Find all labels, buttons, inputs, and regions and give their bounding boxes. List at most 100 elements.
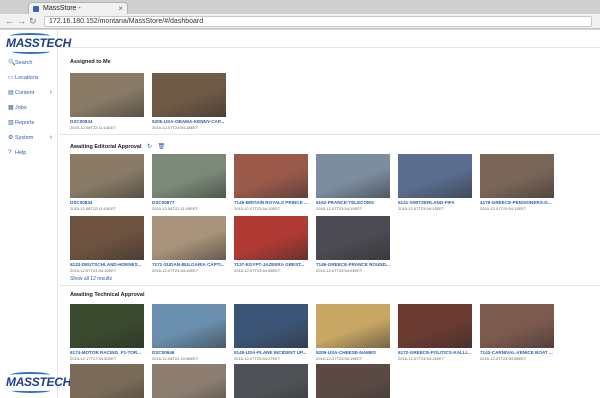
logo-swoosh [12, 49, 50, 54]
media-thumbnail[interactable] [234, 154, 308, 198]
media-title[interactable]: 5133-DEUTSCHLAND-HOENES... [70, 262, 144, 267]
sidebar-item-label: Jobs [15, 105, 27, 111]
media-thumbnail[interactable] [234, 304, 308, 348]
media-card[interactable]: 7146-GREECE-FRANCE ROUND... 2015-12-07T23… [316, 216, 390, 273]
sidebar-item-locations[interactable]: ▭Locations [8, 72, 54, 84]
media-title[interactable]: 6174-MOTOR RACING_F1-TOR... [70, 350, 144, 355]
logo-swoosh [12, 388, 50, 393]
media-title[interactable]: 5152-FRANCE-TELECOMS [316, 200, 390, 205]
media-thumbnail[interactable] [316, 364, 390, 398]
sidebar-item-content[interactable]: ▤Content › [8, 87, 54, 99]
divider [59, 47, 600, 48]
media-card[interactable]: DSC00834 2015-12-08T22:11:01EET [70, 73, 144, 130]
media-date: 2015-12-07T23:54:18EET [152, 125, 199, 130]
media-thumbnail[interactable] [70, 364, 144, 398]
media-title[interactable]: 7137-EGYPT-JAZEERA GREST... [234, 262, 308, 267]
media-date: 2015-12-07T23:54:04EET [316, 268, 363, 273]
media-card[interactable]: 5209-USA-CHEESE-NAMES 2015-12-07T23:54:19… [316, 304, 390, 361]
section-title-assigned: Assigned to Me [70, 59, 111, 65]
media-thumbnail[interactable] [70, 154, 144, 198]
media-title[interactable]: 4179-GREECE-PENSIONERS-D... [480, 200, 554, 205]
media-title[interactable]: 7145-BRITAIN ROYALS PRINCE ... [234, 200, 308, 205]
media-thumbnail[interactable] [480, 154, 554, 198]
browser-tab[interactable]: MassStore - × [28, 2, 128, 14]
media-date: 2015-12-07T23:54:08EET [234, 268, 281, 273]
media-date: 2015-12-08T22:11:01EET [70, 125, 116, 130]
sidebar-item-jobs[interactable]: ▦Jobs [8, 102, 54, 114]
media-card[interactable]: 6172-GREECE-POLITICS-KALLI... 2015-12-07T… [398, 304, 472, 361]
media-thumbnail[interactable] [398, 304, 472, 348]
media-card[interactable]: DSC00834 2015-12-08T22:11:01EET [70, 154, 144, 211]
media-card[interactable]: DSC00877 2015-12-08T22:11:00EET [152, 154, 226, 211]
media-thumbnail[interactable] [152, 364, 226, 398]
media-thumbnail[interactable] [70, 73, 144, 117]
media-title[interactable]: 5205-USA-OBAMA-KENNY-CAP... [152, 119, 226, 124]
media-thumbnail[interactable] [152, 304, 226, 348]
tab-close-icon[interactable]: × [118, 3, 123, 14]
media-thumbnail[interactable] [152, 73, 226, 117]
media-card[interactable]: 7143-CARNIVAL-VENICE BOAT ... 2015-12-07T… [480, 304, 554, 361]
media-title[interactable]: 5209-USA-CHEESE-NAMES [316, 350, 390, 355]
media-title[interactable]: DSC00946 [152, 350, 226, 355]
sidebar-item-system[interactable]: ⚙ System › [8, 132, 54, 144]
sidebar-item-label: Locations [15, 75, 39, 81]
media-thumbnail[interactable] [480, 304, 554, 348]
media-title[interactable]: DSC00834 [70, 200, 144, 205]
sidebar-item-help[interactable]: ? Help [8, 147, 54, 159]
address-bar-row: ← → ↻ 172.16.180.152/montana/MassStore/#… [0, 14, 600, 29]
media-title[interactable]: 6172-GREECE-POLITICS-KALLI... [398, 350, 472, 355]
trash-icon[interactable]: 🗑 [158, 143, 166, 150]
media-card[interactable]: 5133-DEUTSCHLAND-HOENES... 2015-12-07T23:… [70, 216, 144, 273]
media-card[interactable]: 7137-EGYPT-JAZEERA GREST... 2015-12-07T23… [234, 216, 308, 273]
media-thumbnail[interactable] [152, 216, 226, 260]
back-arrow-icon[interactable]: ← [5, 15, 14, 27]
media-card[interactable] [234, 364, 308, 398]
media-date: 2015-12-08T22:11:00EET [152, 206, 198, 211]
media-card[interactable] [316, 364, 390, 398]
media-thumbnail[interactable] [234, 216, 308, 260]
media-title[interactable]: DSC00834 [70, 119, 144, 124]
sidebar-item-label: System [15, 135, 34, 141]
browser-tab-bar: MassStore - × [0, 0, 600, 14]
media-thumbnail[interactable] [152, 154, 226, 198]
reload-icon[interactable]: ↻ [29, 15, 37, 27]
folder-icon: ▭ [8, 75, 14, 81]
media-date: 2015-12-07T23:54:14EET [398, 356, 445, 361]
show-all-link[interactable]: Show all 12 results [70, 276, 112, 282]
sidebar-item-search[interactable]: 🔍Search [8, 57, 54, 69]
media-title[interactable]: 7171-SUDAN-BULGARIA CAPTI... [152, 262, 226, 267]
media-thumbnail[interactable] [398, 154, 472, 198]
media-card[interactable]: 4179-GREECE-PENSIONERS-D... 2015-12-07T23… [480, 154, 554, 211]
media-date: 2015-12-07T23:54:08EET [480, 356, 527, 361]
media-thumbnail[interactable] [234, 364, 308, 398]
search-icon: 🔍 [8, 60, 16, 66]
media-thumbnail[interactable] [316, 304, 390, 348]
media-card[interactable]: 5152-FRANCE-TELECOMS 2015-12-07T23:54:10E… [316, 154, 390, 211]
media-thumbnail[interactable] [70, 304, 144, 348]
media-title[interactable]: 5141-SWITZERLAND-FIFA [398, 200, 472, 205]
forward-arrow-icon[interactable]: → [17, 15, 26, 27]
media-card[interactable] [152, 364, 226, 398]
media-card[interactable]: 7145-BRITAIN ROYALS PRINCE ... 2015-12-07… [234, 154, 308, 211]
refresh-icon[interactable]: ↻ [147, 143, 152, 150]
media-thumbnail[interactable] [316, 154, 390, 198]
media-card[interactable]: 7171-SUDAN-BULGARIA CAPTI... 2015-12-07T2… [152, 216, 226, 273]
media-title[interactable]: 5145-USA-PLANE INCIDENT UP... [234, 350, 308, 355]
sidebar-item-reports[interactable]: ▥Reports [8, 117, 54, 129]
media-card[interactable]: DSC00946 2015-12-08T22:10:58EET [152, 304, 226, 361]
media-title[interactable]: 7143-CARNIVAL-VENICE BOAT ... [480, 350, 554, 355]
media-card[interactable]: 6174-MOTOR RACING_F1-TOR... 2015-12-17T17… [70, 304, 144, 361]
divider [59, 285, 600, 286]
media-title[interactable]: DSC00877 [152, 200, 226, 205]
media-title[interactable]: 7146-GREECE-FRANCE ROUND... [316, 262, 390, 267]
media-card[interactable] [70, 364, 144, 398]
media-card[interactable]: 5141-SWITZERLAND-FIFA 2015-12-07T23:54:13… [398, 154, 472, 211]
media-card[interactable]: 5205-USA-OBAMA-KENNY-CAP... 2015-12-07T2… [152, 73, 226, 130]
media-date: 2015-12-07T23:54:10EET [316, 206, 363, 211]
media-date: 2015-12-08T22:11:01EET [70, 206, 116, 211]
media-card[interactable]: 5145-USA-PLANE INCIDENT UP... 2015-12-07T… [234, 304, 308, 361]
media-thumbnail[interactable] [316, 216, 390, 260]
media-thumbnail[interactable] [70, 216, 144, 260]
url-input[interactable]: 172.16.180.152/montana/MassStore/#/dashb… [44, 16, 592, 27]
media-date: 2015-12-07T23:54:13EET [480, 206, 527, 211]
